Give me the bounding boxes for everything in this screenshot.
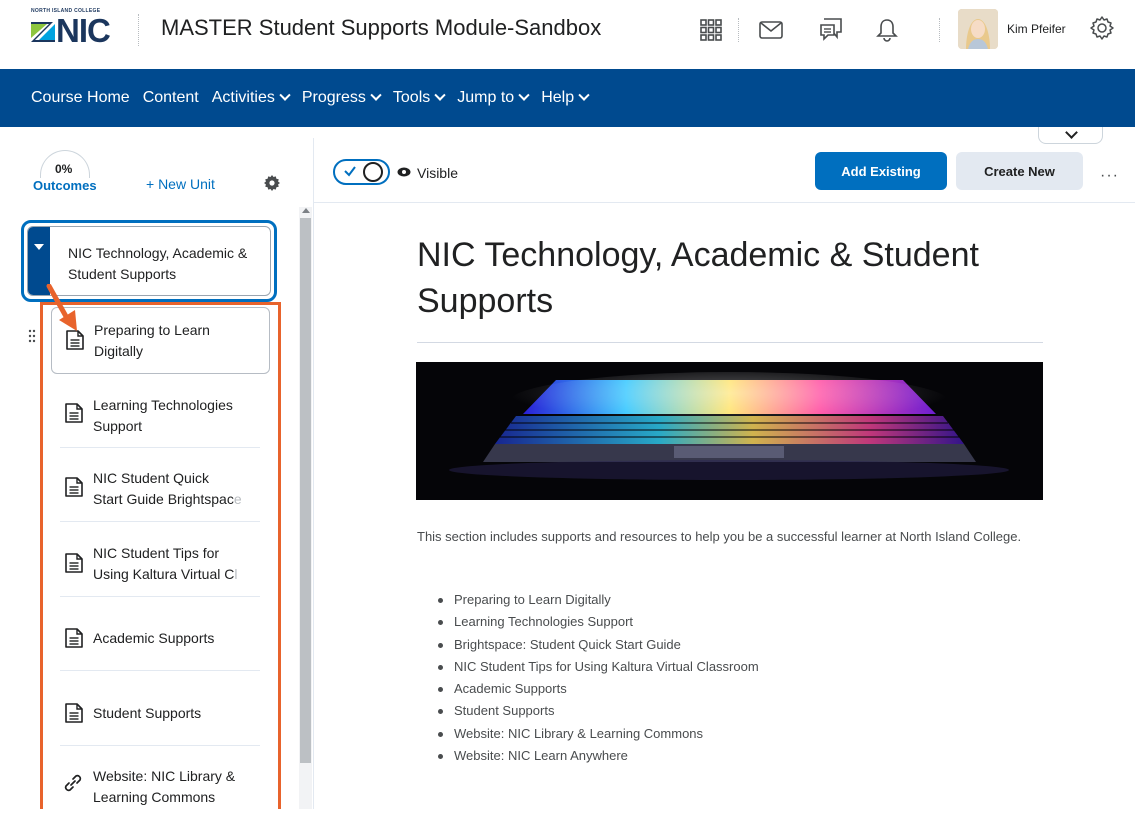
toc-scrollbar-thumb[interactable] — [300, 218, 311, 763]
check-icon — [344, 166, 356, 177]
hero-laptop-image — [416, 362, 1043, 500]
document-icon — [65, 628, 83, 648]
topic-label: Preparing to Learn Digitally — [94, 322, 210, 359]
topic-label: Website: NIC Library & Learning Commons — [93, 768, 236, 805]
topic-divider — [60, 521, 260, 522]
create-new-button[interactable]: Create New — [956, 152, 1083, 190]
topic-item[interactable]: NIC Student Quick Start Guide Brightspace — [51, 459, 261, 534]
outcomes-link[interactable]: Outcomes — [33, 178, 97, 193]
chevron-down-icon — [518, 89, 530, 101]
topic-item[interactable]: Student Supports — [51, 683, 261, 758]
title-divider — [417, 342, 1043, 343]
nic-logo[interactable]: NORTH ISLAND COLLEGE NIC — [31, 8, 126, 50]
gear-icon[interactable] — [263, 174, 281, 192]
top-header: NORTH ISLAND COLLEGE NIC MASTER Student … — [0, 0, 1135, 69]
topic-divider — [60, 447, 260, 448]
nav-content[interactable]: Content — [143, 89, 199, 107]
page-title: NIC Technology, Academic & Student Suppo… — [417, 236, 979, 320]
chevron-down-icon — [578, 89, 590, 101]
visibility-toggle[interactable] — [333, 159, 390, 185]
list-item: Preparing to Learn Digitally — [438, 589, 759, 611]
avatar[interactable] — [958, 9, 998, 49]
chevron-down-icon — [279, 89, 291, 101]
bell-icon[interactable] — [873, 16, 901, 44]
nav-progress[interactable]: Progress — [302, 89, 382, 107]
chevron-down-icon — [370, 89, 382, 101]
document-icon — [65, 703, 83, 723]
chevron-down-icon — [1065, 126, 1078, 139]
unit-title: NIC Technology, Academic & Student Suppo… — [68, 245, 248, 282]
topic-label: NIC Student Quick Start Guide Brightspace — [93, 470, 242, 507]
settings-gear-icon[interactable] — [1088, 14, 1116, 42]
user-name[interactable]: Kim Pfeifer — [1007, 22, 1066, 36]
topic-label: Student Supports — [93, 705, 202, 721]
nav-tools[interactable]: Tools — [393, 89, 446, 107]
annotation-arrow-icon — [46, 284, 77, 331]
link-icon — [64, 774, 82, 792]
mail-icon[interactable] — [757, 16, 785, 44]
list-item: Brightspace: Student Quick Start Guide — [438, 634, 759, 656]
collapse-header-toggle[interactable] — [1038, 126, 1103, 144]
list-item: Website: NIC Learn Anywhere — [438, 745, 759, 767]
document-icon — [65, 553, 83, 573]
panel-divider — [313, 138, 314, 809]
new-unit-button[interactable]: + New Unit — [146, 176, 215, 192]
header-divider — [738, 18, 739, 42]
header-divider — [138, 14, 139, 46]
header-divider — [939, 18, 940, 42]
topic-divider — [60, 745, 260, 746]
resource-list: Preparing to Learn Digitally Learning Te… — [438, 589, 759, 767]
topic-divider — [60, 596, 260, 597]
chevron-down-icon — [434, 89, 446, 101]
nav-jump-to[interactable]: Jump to — [457, 89, 530, 107]
list-item: Website: NIC Library & Learning Commons — [438, 723, 759, 745]
eye-icon — [397, 167, 411, 177]
progress-percent: 0% — [55, 162, 73, 176]
list-item: Student Supports — [438, 700, 759, 722]
drag-handle-icon[interactable] — [28, 329, 36, 343]
grid-icon[interactable] — [697, 16, 725, 44]
intro-paragraph: This section includes supports and resou… — [417, 529, 1022, 544]
topic-item[interactable]: Website: NIC Library & Learning Commons — [51, 757, 261, 832]
caret-down-icon — [34, 244, 44, 250]
chat-icon[interactable] — [817, 16, 845, 44]
topic-label: Academic Supports — [93, 630, 215, 646]
topic-divider — [60, 670, 260, 671]
list-item: Academic Supports — [438, 678, 759, 700]
course-navbar: Course Home Content Activities Progress … — [0, 69, 1135, 127]
more-options-icon[interactable]: ··· — [1100, 167, 1119, 185]
nav-course-home[interactable]: Course Home — [31, 89, 130, 107]
logo-mark-icon — [31, 22, 55, 42]
topic-label: NIC Student Tips for Using Kaltura Virtua… — [93, 545, 238, 582]
toolbar-divider — [314, 202, 1135, 203]
document-icon — [65, 477, 83, 497]
toggle-knob — [363, 162, 383, 182]
course-title[interactable]: MASTER Student Supports Module-Sandbox — [161, 15, 601, 41]
scroll-up-arrow-icon[interactable] — [302, 208, 310, 213]
list-item: NIC Student Tips for Using Kaltura Virtu… — [438, 656, 759, 678]
nav-activities[interactable]: Activities — [212, 89, 291, 107]
topic-item[interactable]: Learning Technologies Support — [51, 385, 261, 460]
nav-help[interactable]: Help — [541, 89, 590, 107]
topic-label: Learning Technologies Support — [93, 397, 233, 434]
document-icon — [65, 403, 83, 423]
add-existing-button[interactable]: Add Existing — [815, 152, 947, 190]
list-item: Learning Technologies Support — [438, 611, 759, 633]
logo-wordmark: NIC — [56, 12, 111, 49]
topic-item[interactable]: Academic Supports — [51, 608, 261, 683]
visibility-label: Visible — [417, 165, 458, 181]
